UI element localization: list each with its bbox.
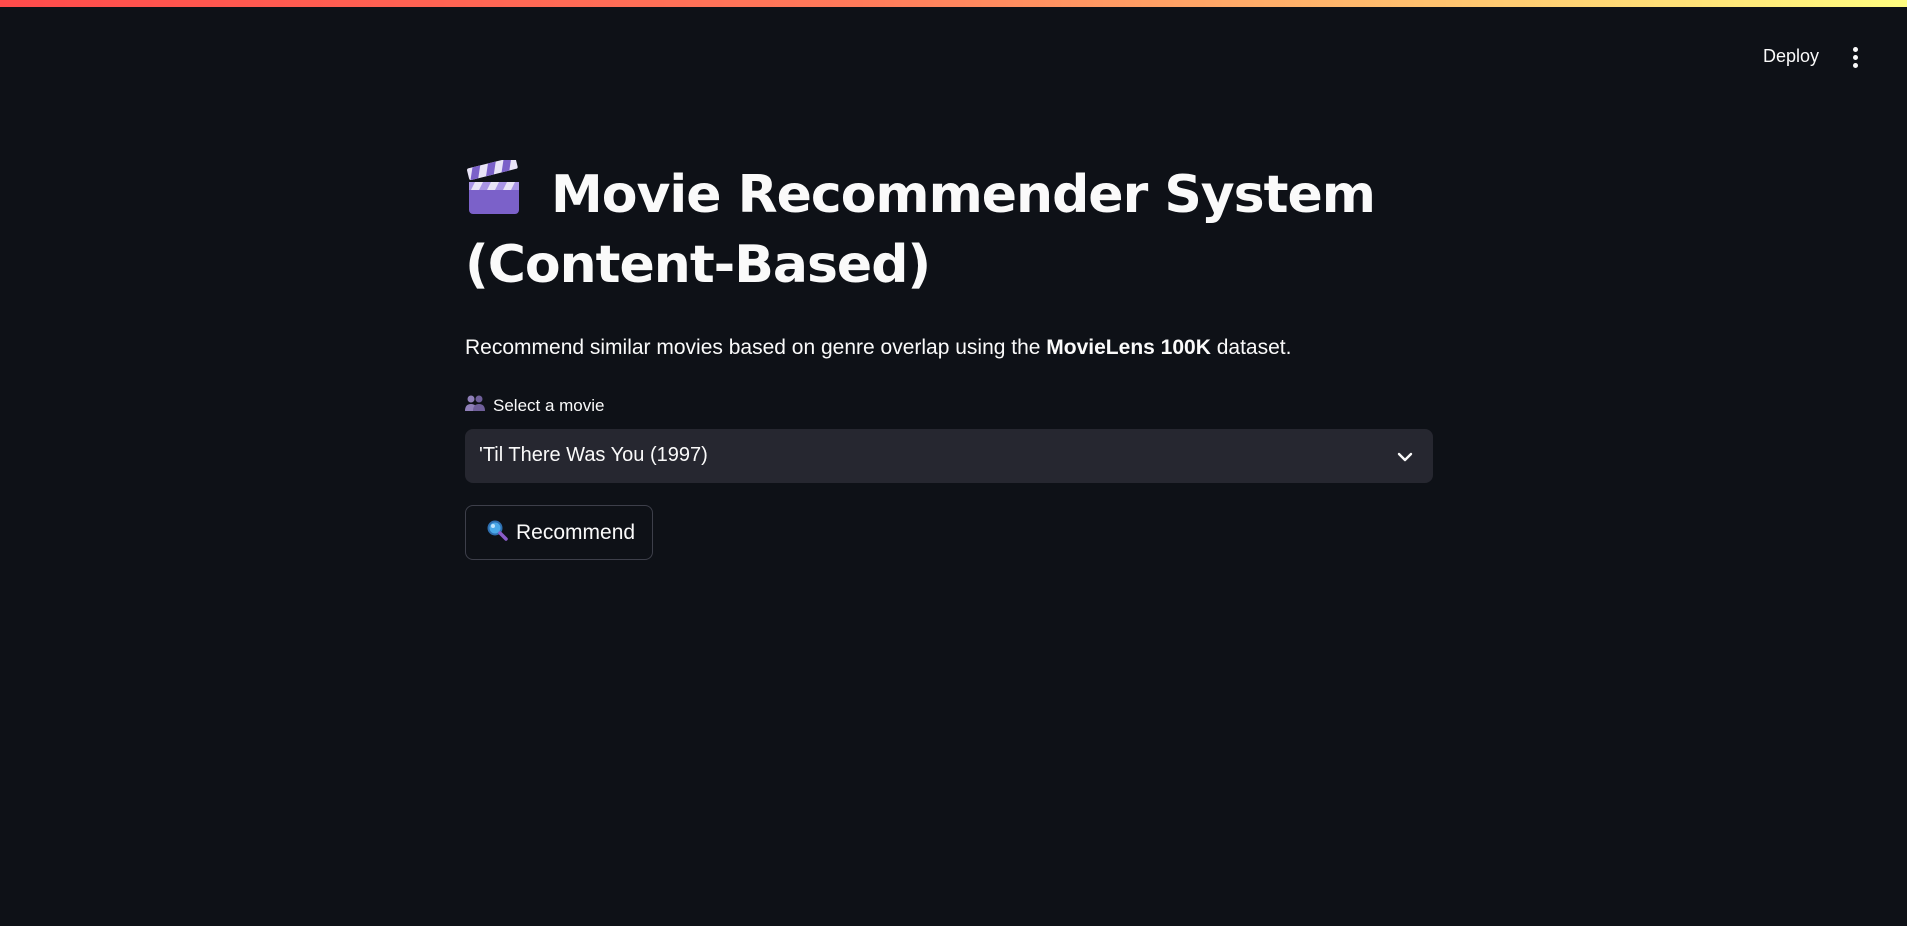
chevron-down-icon — [1397, 449, 1413, 468]
page-title: Movie Recommender System (Content-Based) — [465, 157, 1433, 300]
people-icon — [465, 394, 485, 417]
description-prefix: Recommend similar movies based on genre … — [465, 336, 1047, 359]
page-description: Recommend similar movies based on genre … — [465, 336, 1433, 360]
main-menu-button[interactable] — [1843, 43, 1867, 73]
selected-movie-value: 'Til There Was You (1997) — [479, 444, 708, 466]
main-content: Movie Recommender System (Content-Based)… — [465, 157, 1433, 560]
description-suffix: dataset. — [1210, 336, 1292, 359]
page-title-text: Movie Recommender System (Content-Based) — [465, 165, 1376, 295]
app-header: Deploy — [0, 7, 1907, 71]
deploy-button[interactable]: Deploy — [1755, 42, 1827, 71]
movie-select-label: Select a movie — [465, 394, 1433, 417]
magnifier-icon — [486, 519, 508, 547]
select-label-text: Select a movie — [493, 395, 605, 415]
recommend-button[interactable]: Recommend — [465, 505, 654, 560]
clapper-board-icon — [465, 157, 523, 218]
dataset-name: MovieLens 100K — [1046, 336, 1211, 359]
top-decoration-bar — [0, 0, 1907, 7]
recommend-button-label: Recommend — [516, 520, 636, 544]
movie-select[interactable]: 'Til There Was You (1997) — [465, 429, 1433, 483]
